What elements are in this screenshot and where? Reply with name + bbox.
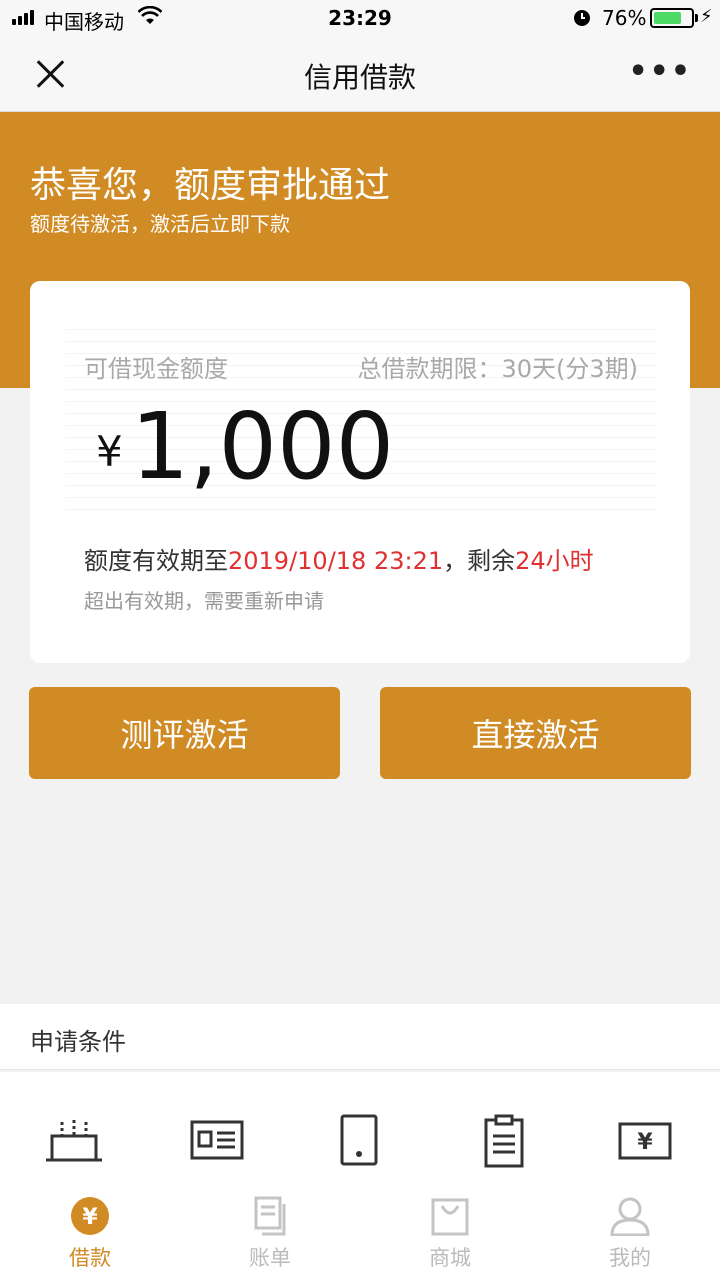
tab-bill[interactable]: 账单 [198,1184,342,1280]
nav-bar: 信用借款 ••• [0,36,720,112]
tab-label: 借款 [69,1246,111,1270]
amount-value: 1,000 [130,393,395,500]
id-card-icon [186,1112,250,1168]
yen-circle-icon: ¥ [70,1196,110,1236]
bag-icon [430,1196,470,1236]
clipboard-icon [472,1112,536,1168]
tab-label: 账单 [249,1246,291,1270]
assess-activate-button[interactable]: 测评激活 [29,687,340,779]
svg-text:¥: ¥ [82,1205,98,1230]
conditions-icons: ¥ [0,1072,720,1184]
svg-text:¥: ¥ [637,1130,653,1155]
validity-date: 2019/10/18 23:21 [228,547,444,575]
user-icon [610,1196,650,1237]
validity-line: 额度有效期至2019/10/18 23:21，剩余24小时 [84,547,594,575]
credit-card-panel: 可借现金额度 总借款期限：30天(分3期) ¥1,000 额度有效期至2019/… [30,281,690,663]
credit-label: 可借现金额度 [84,355,228,383]
conditions-title: 申请条件 [30,1028,126,1056]
validity-note: 超出有效期，需要重新申请 [84,589,324,613]
alarm-icon [572,6,592,33]
loan-term-label: 总借款期限：30天(分3期) [357,355,638,383]
page-title: 信用借款 [303,61,416,94]
battery-percent: 76% [602,6,647,30]
tab-bar: ¥ 借款 账单 商城 我的 [0,1184,720,1280]
tab-label: 我的 [609,1246,651,1270]
banner-headline: 恭喜您，额度审批通过 [30,165,391,206]
battery-icon [650,8,694,28]
banner-subline: 额度待激活，激活后立即下款 [30,212,290,236]
bank-card-icon: ¥ [614,1112,678,1168]
more-icon[interactable]: ••• [628,54,692,89]
bill-icon [250,1196,290,1236]
direct-activate-button[interactable]: 直接激活 [380,687,691,779]
remaining-time: 24小时 [515,547,594,575]
conditions-header: 申请条件 [0,1004,720,1070]
tab-mall[interactable]: 商城 [378,1184,522,1280]
credit-amount: ¥1,000 [96,393,394,500]
tab-label: 商城 [429,1246,471,1270]
cake-icon [42,1112,106,1168]
charging-icon: ⚡ [700,6,713,27]
currency-symbol: ¥ [96,427,123,476]
phone-icon [328,1112,392,1168]
status-bar: 中国移动 23:29 76% ⚡ [0,0,720,36]
tab-loan[interactable]: ¥ 借款 [18,1184,162,1280]
tab-me[interactable]: 我的 [558,1184,702,1280]
